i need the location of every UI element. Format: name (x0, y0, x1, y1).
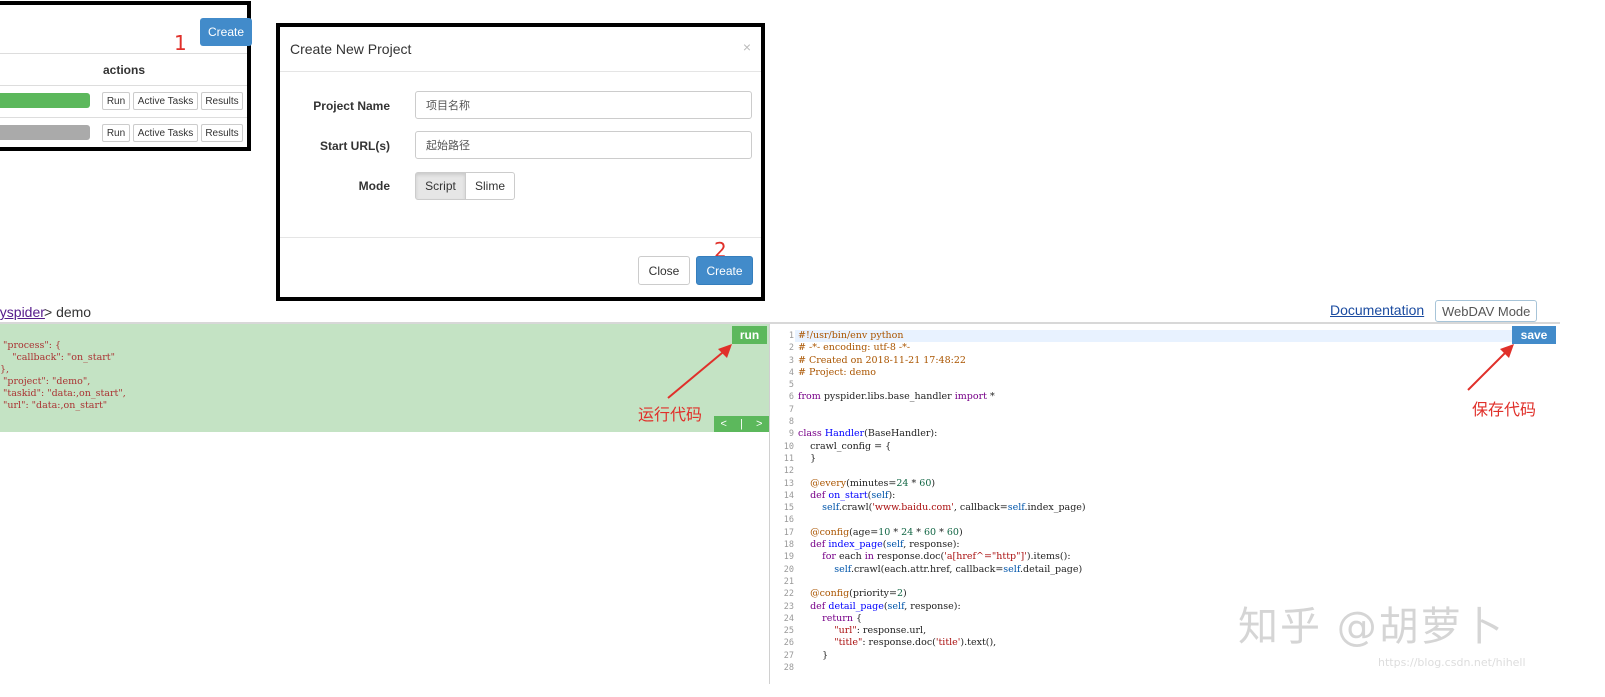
line-number-gutter: 1 2 3 4 5 6 7 8 9 10 11 12 13 14 15 16 17 18 19 20 21 22 23 24 2… (770, 330, 794, 674)
mode-script-button[interactable]: Script (415, 172, 466, 200)
line-number: 15 (783, 503, 794, 514)
start-url-input[interactable]: 起始路径 (415, 131, 752, 159)
json-line: "callback": "on_start" (0, 352, 115, 363)
webdav-mode-button[interactable]: WebDAV Mode (1435, 300, 1538, 322)
line-number: 8 (788, 417, 794, 428)
project-list-snippet: Create 1 actions Run Active Tasks Result… (0, 0, 256, 155)
line-number: 14 (783, 490, 794, 501)
script-code[interactable]: #!/usr/bin/env python # -*- encoding: ut… (798, 330, 1086, 662)
mode-slime-button[interactable]: Slime (465, 172, 515, 200)
breadcrumb-root-link[interactable]: pyspider (0, 304, 45, 320)
run-arrow-icon (667, 344, 732, 399)
actions-column-header: actions (103, 63, 146, 77)
json-line: "url": "data:,on_start" (0, 400, 108, 411)
line-number: 10 (783, 441, 794, 452)
save-annotation: 保存代码 (1472, 400, 1537, 419)
active-tasks-button[interactable]: Active Tasks (133, 92, 198, 110)
pager-next-button[interactable]: > (756, 418, 762, 430)
pager-prev-button[interactable]: < (721, 418, 727, 430)
json-line: "taskid": "data:,on_start", (0, 388, 126, 399)
editor-nav-bar: pyspider > demo Documentation WebDAV Mod… (0, 298, 1560, 324)
progress-bar (0, 93, 90, 108)
line-number: 21 (783, 576, 794, 587)
close-button[interactable]: Close (638, 256, 690, 285)
line-number: 9 (788, 429, 794, 440)
line-number: 3 (788, 355, 794, 366)
modal-header-divider (280, 71, 761, 72)
line-number: 4 (788, 367, 794, 378)
mode-label: Mode (358, 179, 390, 193)
pager-separator: | (740, 418, 743, 430)
table-divider (0, 53, 247, 54)
create-project-modal: Create New Project × Project Name 项目名称 S… (276, 23, 765, 301)
line-number: 25 (783, 626, 794, 637)
documentation-link[interactable]: Documentation (1330, 302, 1424, 318)
line-number: 6 (788, 392, 794, 403)
line-number: 17 (783, 527, 794, 538)
step-marker-1: 1 (174, 31, 187, 55)
project-name-label: Project Name (313, 99, 390, 113)
line-number: 18 (783, 540, 794, 551)
line-number: 27 (783, 650, 794, 661)
modal-title: Create New Project (290, 41, 412, 57)
project-name-input[interactable]: 项目名称 (415, 91, 752, 119)
breadcrumb-project: > demo (44, 304, 92, 320)
run-button[interactable]: Run (102, 124, 130, 142)
progress-bar (0, 125, 90, 140)
close-icon[interactable]: × (743, 39, 751, 55)
zhihu-watermark: 知乎 @胡萝卜 (1238, 604, 1505, 650)
table-divider (0, 117, 247, 118)
line-number: 7 (788, 404, 794, 415)
line-number: 22 (783, 589, 794, 600)
run-annotation: 运行代码 (638, 405, 703, 424)
line-number: 12 (783, 466, 794, 477)
task-json-view: "process": { "callback": "on_start"}, "p… (0, 340, 126, 412)
start-url-label: Start URL(s) (319, 139, 390, 153)
line-number: 1 (788, 331, 794, 341)
create-project-button[interactable]: Create (200, 18, 252, 46)
line-number: 16 (783, 515, 794, 526)
task-pager: < | > (714, 416, 769, 432)
active-tasks-button[interactable]: Active Tasks (133, 124, 198, 142)
line-number: 19 (783, 552, 794, 563)
json-line: "project": "demo", (0, 376, 91, 387)
line-number: 23 (783, 601, 794, 612)
modal-footer-divider (280, 237, 761, 238)
line-number: 13 (783, 478, 794, 489)
results-button[interactable]: Results (201, 124, 243, 142)
table-divider (0, 85, 247, 86)
results-button[interactable]: Results (201, 92, 243, 110)
line-number: 20 (783, 564, 794, 575)
line-number: 2 (788, 343, 794, 354)
line-number: 5 (788, 380, 794, 391)
line-number: 26 (783, 638, 794, 649)
line-number: 24 (783, 613, 794, 624)
create-button[interactable]: Create (696, 256, 753, 285)
line-number: 11 (783, 453, 794, 464)
json-line: "process": { (0, 340, 62, 351)
save-arrow-icon (1467, 344, 1514, 391)
csdn-watermark: https://blog.csdn.net/hihell (1378, 656, 1526, 669)
json-line: }, (0, 364, 10, 375)
run-button[interactable]: Run (102, 92, 130, 110)
line-number: 28 (783, 663, 794, 674)
